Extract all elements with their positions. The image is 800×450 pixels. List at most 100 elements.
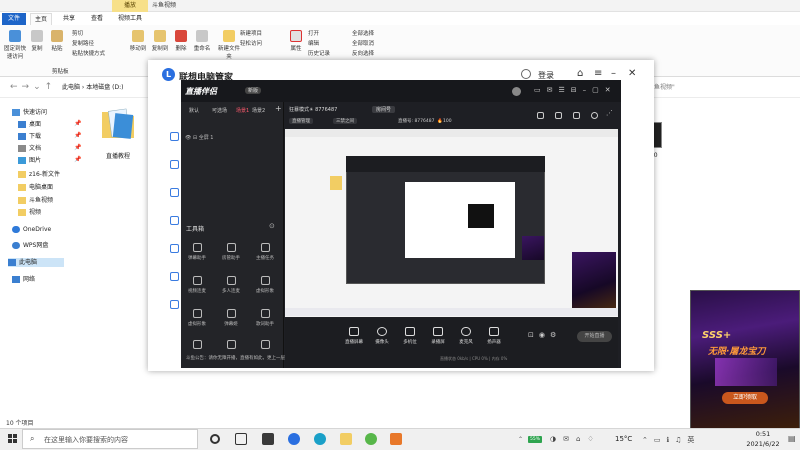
history-button[interactable]: 历史记录 (308, 49, 330, 57)
multi-camera-button[interactable]: 多机位 (398, 327, 422, 345)
new-item-button[interactable]: 新建项目 (240, 29, 262, 37)
drive-icon[interactable] (170, 272, 179, 281)
tool-item[interactable]: 弹幕姬 (220, 309, 242, 327)
screen-capture-button[interactable]: 直播屏幕 (342, 327, 366, 345)
speaker-button[interactable]: 扬声器 (482, 327, 506, 345)
battery-badge[interactable]: 55% (528, 436, 542, 443)
tool-item[interactable] (220, 340, 242, 352)
nav-this-pc[interactable]: 此电脑 (8, 258, 64, 267)
delete-button[interactable]: 删除 (174, 30, 188, 52)
gamepad-icon[interactable]: ⌂ (577, 68, 583, 79)
pin-icon[interactable]: 📌 (74, 156, 81, 163)
select-none-button[interactable]: 全部取消 (352, 39, 374, 47)
tool-item[interactable] (254, 340, 276, 352)
close-icon[interactable]: ✕ (628, 68, 636, 79)
scene-tab[interactable]: 默认 (189, 107, 199, 114)
breadcrumb-item[interactable]: 本地磁盘 (D:) (86, 84, 123, 91)
app-window-controls[interactable]: ▭✉☰⊟–▢✕ (534, 86, 617, 94)
clock-time[interactable]: 0:51 (748, 430, 778, 438)
rename-button[interactable]: 重命名 (192, 30, 212, 52)
tab-share[interactable]: 共享 (58, 13, 80, 25)
recording-button[interactable]: 录播屏 (426, 327, 450, 345)
avatar-icon[interactable] (521, 69, 531, 79)
camera-button[interactable]: 摄像头 (370, 327, 394, 345)
tool-item[interactable]: 视频连麦 (186, 276, 208, 294)
pin-icon[interactable]: 📌 (74, 132, 81, 139)
tool-item[interactable]: 房管助手 (220, 243, 242, 261)
bell-icon[interactable] (591, 112, 598, 119)
chevron-up-icon[interactable]: ⌃ (518, 436, 523, 443)
move-to-button[interactable]: 移动到 (128, 30, 148, 52)
tab-home[interactable]: 主页 (30, 13, 52, 25)
game-ad-button[interactable]: 立即领取 (722, 392, 768, 404)
edit-button[interactable]: 编辑 (308, 39, 319, 47)
search-input[interactable]: 斗鱼视频" (648, 81, 796, 95)
weather-temperature[interactable]: 15°C (615, 435, 632, 443)
tool-item[interactable]: 弹幕助手 (186, 243, 208, 261)
tab-view[interactable]: 查看 (86, 13, 108, 25)
lenovo-taskbar-icon[interactable] (288, 433, 300, 445)
copy-button[interactable]: 复制 (30, 30, 44, 52)
tool-item[interactable]: 虚拟形象 (186, 309, 208, 327)
gamepad-icon[interactable] (170, 244, 179, 253)
pin-icon[interactable]: 📌 (74, 144, 81, 151)
nav-item[interactable]: 电脑桌面 (18, 183, 53, 192)
menu-icon[interactable]: ≡ (594, 68, 602, 79)
folder-icon[interactable] (98, 104, 138, 144)
select-all-button[interactable]: 全部选择 (352, 29, 374, 37)
tab-file[interactable]: 文件 (2, 13, 26, 25)
pin-button[interactable]: 固定到快速访问 (4, 30, 26, 60)
minimize-icon[interactable]: – (611, 68, 616, 79)
clock-date[interactable]: 2021/6/22 (738, 440, 788, 448)
file-explorer-icon[interactable] (340, 433, 352, 445)
nav-item[interactable]: 下载 (18, 132, 41, 141)
nav-quick-access[interactable]: 快速访问 (12, 108, 47, 117)
nav-item[interactable]: 图片 (18, 156, 41, 165)
copy-path-button[interactable]: 复制路径 (72, 39, 94, 47)
tool-item[interactable]: 歌词助手 (254, 309, 276, 327)
nav-item[interactable]: 视频 (18, 208, 41, 217)
invert-selection-button[interactable]: 反向选择 (352, 49, 374, 57)
eye-icon[interactable]: 👁 ⊟ (185, 135, 199, 141)
share-icon[interactable]: ⋰ (606, 109, 613, 117)
tab-video-tools[interactable]: 视频工具 (114, 13, 146, 25)
shield-icon[interactable] (170, 188, 179, 197)
tray-icons[interactable]: ◑✉⌂♢ (550, 435, 601, 443)
manage-chip[interactable]: 直播管理 (289, 118, 313, 124)
settings-icon[interactable]: ⊡◉⚙ (528, 331, 561, 339)
room-id-badge[interactable]: 房间号 (372, 106, 396, 113)
paste-shortcut-button[interactable]: 粘贴快捷方式 (72, 49, 105, 57)
easy-access-button[interactable]: 轻松访问 (240, 39, 262, 47)
source-item[interactable]: 👁 ⊟ 全屏 1 (185, 134, 214, 141)
add-scene-icon[interactable]: + (275, 104, 282, 113)
cortana-icon[interactable] (210, 434, 220, 444)
task-view-icon[interactable] (235, 433, 247, 445)
scene-tab[interactable]: 可选场 (212, 107, 227, 114)
gift-icon[interactable] (555, 112, 562, 119)
paste-button[interactable]: 粘贴 (50, 30, 64, 52)
tool-item[interactable]: 主播任务 (254, 243, 276, 261)
open-button[interactable]: 打开 (308, 29, 319, 37)
app-icon[interactable] (365, 433, 377, 445)
breadcrumb-item[interactable]: 此电脑 (62, 84, 80, 91)
chat-icon[interactable] (573, 112, 580, 119)
browser-icon[interactable] (314, 433, 326, 445)
speed-icon[interactable] (170, 216, 179, 225)
nav-item[interactable]: z16-新文件 (18, 170, 60, 179)
nav-arrows[interactable]: ←→⌄↑ (10, 82, 56, 92)
tool-item[interactable] (186, 340, 208, 352)
properties-button[interactable]: 属性 (288, 30, 304, 52)
nav-item[interactable]: 文档 (18, 144, 41, 153)
douyu-taskbar-icon[interactable] (390, 433, 402, 445)
scene-tab-active[interactable]: 场景1 (236, 107, 249, 114)
app-icon[interactable] (262, 433, 274, 445)
home-icon[interactable] (170, 132, 179, 141)
cut-button[interactable]: 剪切 (72, 29, 83, 37)
copy-to-button[interactable]: 复制到 (150, 30, 170, 52)
more-icon[interactable]: ⊙ (269, 222, 275, 230)
nav-item[interactable]: 桌面 (18, 120, 41, 129)
tool-item[interactable]: 多人连麦 (220, 276, 242, 294)
scene-tab[interactable]: 场景2 (252, 107, 265, 114)
monitor-icon[interactable] (170, 160, 179, 169)
nav-wps[interactable]: WPS网盘 (12, 241, 48, 250)
